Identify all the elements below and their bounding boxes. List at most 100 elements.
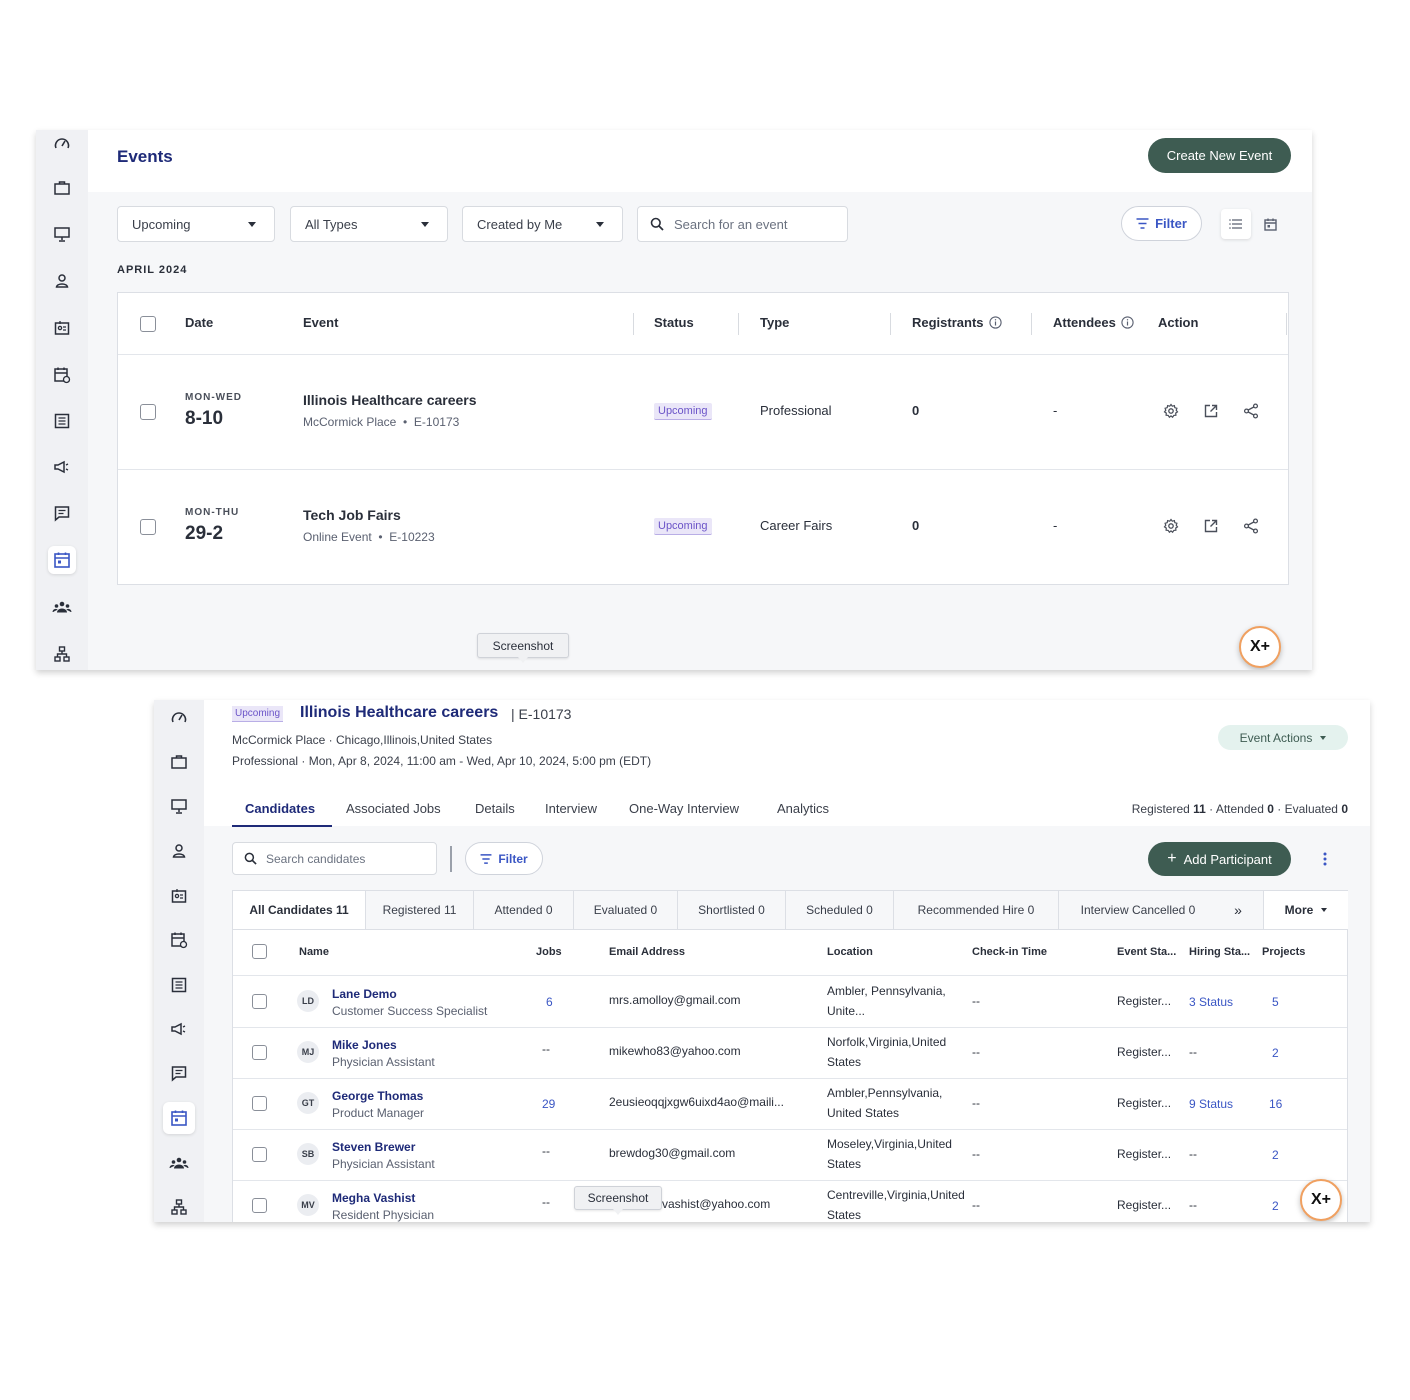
candidate-filter-button[interactable]: Filter — [465, 842, 543, 875]
briefcase-icon[interactable] — [48, 174, 76, 202]
settings-gear-icon[interactable] — [1163, 403, 1179, 419]
dashboard-icon[interactable] — [48, 130, 76, 158]
event-title-link[interactable]: Illinois Healthcare careers — [303, 392, 477, 408]
row-checkbox[interactable] — [140, 519, 156, 535]
scroll-tabs-right-icon[interactable]: » — [1223, 891, 1253, 929]
tab-associated-jobs[interactable]: Associated Jobs — [346, 801, 441, 816]
column-header-event[interactable]: Event — [303, 315, 338, 330]
presentation-icon[interactable] — [165, 792, 193, 820]
candidate-name-link[interactable]: Lane Demo — [332, 987, 397, 1001]
column-header-event-status[interactable]: Event Sta... — [1117, 946, 1176, 958]
column-header-projects[interactable]: Projects — [1262, 946, 1305, 958]
list-icon[interactable] — [48, 407, 76, 435]
column-header-hiring-status[interactable]: Hiring Sta... — [1189, 946, 1250, 958]
column-header-type[interactable]: Type — [760, 315, 789, 330]
row-checkbox[interactable] — [252, 1096, 267, 1111]
create-new-event-button[interactable]: Create New Event — [1148, 138, 1291, 173]
megaphone-icon[interactable] — [165, 1015, 193, 1043]
column-header-attendees[interactable]: Attendees — [1053, 315, 1134, 330]
candidate-name-link[interactable]: Steven Brewer — [332, 1140, 415, 1154]
list-icon[interactable] — [165, 971, 193, 999]
open-external-icon[interactable] — [1203, 403, 1219, 419]
assistant-fab-button[interactable]: X+ — [1239, 626, 1281, 668]
status-tab-shortlisted[interactable]: Shortlisted 0 — [678, 891, 786, 929]
column-header-name[interactable]: Name — [299, 946, 329, 958]
more-tabs-button[interactable]: More — [1263, 891, 1348, 929]
column-header-check-in-time[interactable]: Check-in Time — [972, 946, 1047, 958]
tab-candidates[interactable]: Candidates — [245, 801, 315, 816]
event-title-link[interactable]: Tech Job Fairs — [303, 507, 401, 523]
jobs-count-link[interactable]: 29 — [542, 1097, 555, 1111]
column-header-date[interactable]: Date — [185, 315, 213, 330]
share-icon[interactable] — [1243, 403, 1259, 419]
calendar-clock-icon[interactable] — [48, 361, 76, 389]
row-checkbox[interactable] — [252, 1147, 267, 1162]
row-checkbox[interactable] — [252, 1198, 267, 1213]
tab-details[interactable]: Details — [475, 801, 515, 816]
info-icon[interactable] — [1121, 316, 1134, 329]
org-chart-icon[interactable] — [48, 640, 76, 668]
settings-gear-icon[interactable] — [1163, 518, 1179, 534]
status-tab-scheduled[interactable]: Scheduled 0 — [786, 891, 894, 929]
message-icon[interactable] — [165, 1059, 193, 1087]
event-actions-button[interactable]: Event Actions — [1218, 725, 1348, 750]
column-header-jobs[interactable]: Jobs — [536, 946, 562, 958]
select-all-checkbox[interactable] — [140, 316, 156, 332]
status-tab-interview-cancelled[interactable]: Interview Cancelled 0 — [1059, 891, 1217, 929]
candidate-search-input[interactable]: Search candidates — [232, 842, 437, 875]
org-chart-icon[interactable] — [165, 1193, 193, 1221]
column-header-email[interactable]: Email Address — [609, 946, 685, 958]
list-view-button[interactable] — [1221, 209, 1251, 239]
presentation-icon[interactable] — [48, 220, 76, 248]
id-badge-icon[interactable] — [165, 882, 193, 910]
info-icon[interactable] — [988, 316, 1002, 329]
team-icon[interactable] — [165, 1149, 193, 1177]
row-checkbox[interactable] — [140, 404, 156, 420]
type-filter-dropdown[interactable]: All Types — [290, 206, 448, 242]
projects-count-link[interactable]: 5 — [1272, 995, 1279, 1009]
candidate-name-link[interactable]: Mike Jones — [332, 1038, 397, 1052]
status-tab-attended[interactable]: Attended 0 — [474, 891, 574, 929]
tab-one-way-interview[interactable]: One-Way Interview — [629, 801, 739, 816]
projects-count-link[interactable]: 2 — [1272, 1148, 1279, 1162]
briefcase-icon[interactable] — [165, 748, 193, 776]
select-all-checkbox[interactable] — [252, 944, 267, 959]
jobs-count-link[interactable]: 6 — [546, 995, 553, 1009]
open-external-icon[interactable] — [1203, 518, 1219, 534]
column-header-status[interactable]: Status — [654, 315, 694, 330]
add-participant-button[interactable]: + Add Participant — [1148, 842, 1291, 876]
row-checkbox[interactable] — [252, 994, 267, 1009]
owner-filter-dropdown[interactable]: Created by Me — [462, 206, 623, 242]
events-calendar-icon[interactable] — [48, 546, 76, 574]
more-options-icon[interactable] — [1322, 851, 1328, 867]
filter-button[interactable]: Filter — [1121, 206, 1202, 241]
projects-count-link[interactable]: 2 — [1272, 1046, 1279, 1060]
status-tab-evaluated[interactable]: Evaluated 0 — [574, 891, 678, 929]
calendar-clock-icon[interactable] — [165, 926, 193, 954]
projects-count-link[interactable]: 16 — [1269, 1097, 1282, 1111]
user-icon[interactable] — [48, 267, 76, 295]
row-checkbox[interactable] — [252, 1045, 267, 1060]
hiring-status-link[interactable]: 9 Status — [1189, 1097, 1233, 1111]
projects-count-link[interactable]: 2 — [1272, 1199, 1279, 1213]
message-icon[interactable] — [48, 499, 76, 527]
tab-analytics[interactable]: Analytics — [777, 801, 829, 816]
id-badge-icon[interactable] — [48, 314, 76, 342]
tab-interview[interactable]: Interview — [545, 801, 597, 816]
event-search-input[interactable]: Search for an event — [637, 206, 848, 242]
team-icon[interactable] — [48, 593, 76, 621]
calendar-view-button[interactable] — [1255, 209, 1285, 239]
assistant-fab-button[interactable]: X+ — [1300, 1179, 1342, 1221]
status-tab-registered[interactable]: Registered 11 — [366, 891, 474, 929]
hiring-status-link[interactable]: 3 Status — [1189, 995, 1233, 1009]
events-calendar-icon[interactable] — [163, 1102, 195, 1134]
status-tab-recommended-hire[interactable]: Recommended Hire 0 — [894, 891, 1059, 929]
dashboard-icon[interactable] — [165, 704, 193, 732]
status-tab-all-candidates[interactable]: All Candidates 11 — [233, 891, 366, 929]
column-header-location[interactable]: Location — [827, 946, 873, 958]
column-header-registrants[interactable]: Registrants — [912, 315, 1002, 330]
candidate-name-link[interactable]: George Thomas — [332, 1089, 423, 1103]
time-filter-dropdown[interactable]: Upcoming — [117, 206, 275, 242]
candidate-name-link[interactable]: Megha Vashist — [332, 1191, 415, 1205]
megaphone-icon[interactable] — [48, 453, 76, 481]
